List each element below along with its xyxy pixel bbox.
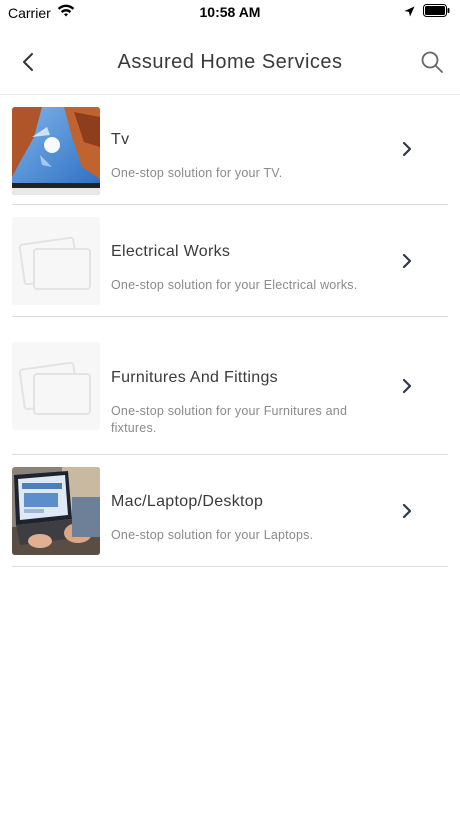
service-texts: Electrical Works One-stop solution for y… xyxy=(111,243,381,294)
chevron-right-icon xyxy=(400,141,414,157)
service-subtitle: One-stop solution for your Furnitures an… xyxy=(111,404,348,435)
placeholder-image-icon xyxy=(12,342,100,430)
service-texts: Mac/Laptop/Desktop One-stop solution for… xyxy=(111,493,381,544)
placeholder-image-icon xyxy=(12,217,100,305)
service-texts: Furnitures And Fittings One-stop solutio… xyxy=(111,369,351,437)
service-title: Furnitures And Fittings xyxy=(111,369,278,386)
search-icon xyxy=(420,50,444,79)
location-arrow-icon xyxy=(404,4,415,20)
chevron-right-icon xyxy=(400,253,414,269)
service-row-furnitures-and-fittings[interactable]: Furnitures And Fittings One-stop solutio… xyxy=(12,317,448,455)
chevron-right-icon xyxy=(400,378,414,394)
service-subtitle: One-stop solution for your TV. xyxy=(111,166,283,180)
service-texts: Tv One-stop solution for your TV. xyxy=(111,131,381,182)
service-subtitle: One-stop solution for your Laptops. xyxy=(111,528,314,542)
page-title: Assured Home Services xyxy=(117,51,343,73)
search-button[interactable] xyxy=(418,50,446,78)
service-subtitle: One-stop solution for your Electrical wo… xyxy=(111,278,358,292)
service-title: Mac/Laptop/Desktop xyxy=(111,493,264,510)
service-title: Tv xyxy=(111,131,130,148)
status-right xyxy=(404,4,450,20)
service-row-mac-laptop-desktop[interactable]: Mac/Laptop/Desktop One-stop solution for… xyxy=(12,455,448,567)
services-list: Tv One-stop solution for your TV. Electr… xyxy=(0,95,460,567)
tv-thumbnail xyxy=(12,107,100,195)
status-time: 10:58 AM xyxy=(199,4,261,20)
service-title: Electrical Works xyxy=(111,243,231,260)
service-row-tv[interactable]: Tv One-stop solution for your TV. xyxy=(12,95,448,205)
battery-icon xyxy=(423,4,450,20)
laptop-thumbnail xyxy=(12,467,100,555)
service-row-electrical-works[interactable]: Electrical Works One-stop solution for y… xyxy=(12,205,448,317)
navigation-bar: Assured Home Services xyxy=(0,34,460,95)
chevron-right-icon xyxy=(400,503,414,519)
status-bar: Carrier 10:58 AM xyxy=(0,0,460,24)
